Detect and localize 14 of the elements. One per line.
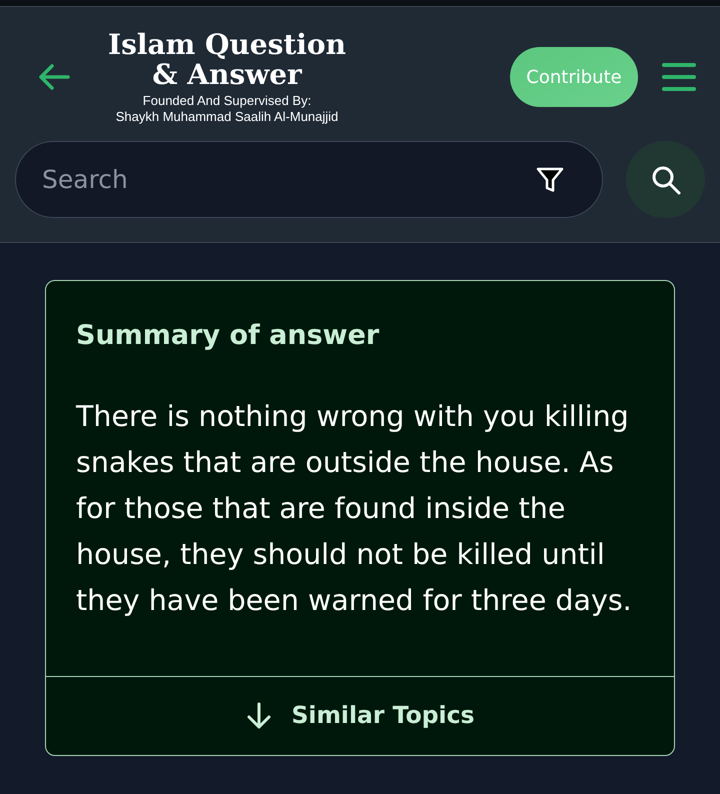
similar-topics-button[interactable]: Similar Topics [46,676,674,755]
search-field[interactable]: Search [15,141,603,218]
summary-text: There is nothing wrong with you killing snakes that are outside the house. As for those that are found inside the house, they should not be killed until they have been warned for three days. [74,399,633,619]
search-icon [650,164,680,194]
back-button[interactable] [38,63,70,91]
menu-icon [662,62,696,92]
down-arrow-icon [245,702,274,730]
back-arrow-icon [38,63,70,91]
logo-subtitle: Founded And Supervised By: [142,92,312,108]
logo-title: Islam Question & Answer [107,30,347,90]
menu-button[interactable] [662,62,696,92]
filter-icon[interactable] [536,166,564,194]
summary-heading: Summary of answer [75,319,380,353]
logo-subtitle: Shaykh Muhammad Saalih Al-Munajjid [116,108,338,124]
